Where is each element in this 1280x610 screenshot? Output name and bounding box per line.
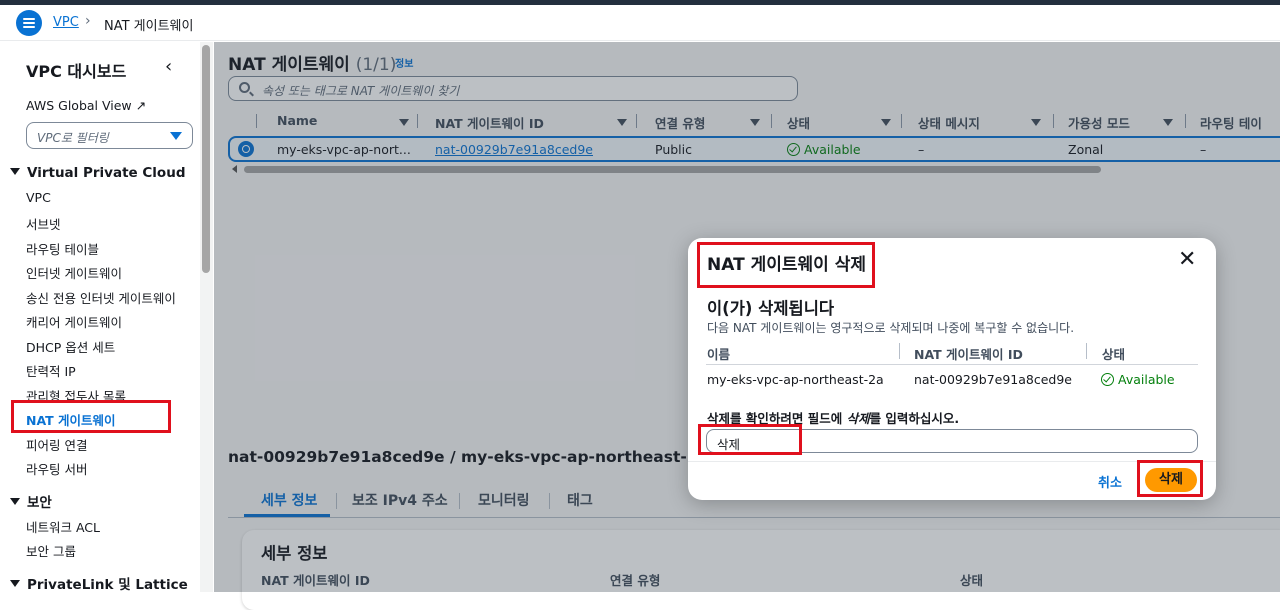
- caret-down-icon: [10, 498, 20, 505]
- sidebar-item-route-tables[interactable]: 라우팅 테이블: [26, 239, 99, 258]
- highlight-box-nat-sidebar: [11, 400, 171, 433]
- sidebar-item-egress-only-igw[interactable]: 송신 전용 인터넷 게이트웨이: [26, 288, 176, 307]
- menu-icon[interactable]: [16, 10, 42, 36]
- chevron-right-icon: ›: [85, 13, 91, 29]
- sidebar-item-vpc[interactable]: VPC: [26, 190, 51, 205]
- caret-down-icon: [170, 132, 182, 140]
- sidebar-item-carrier-gateways[interactable]: 캐리어 게이트웨이: [26, 312, 122, 331]
- collapse-sidebar-icon[interactable]: ‹: [165, 56, 172, 77]
- sidebar-item-subnets[interactable]: 서브넷: [26, 214, 61, 233]
- vpc-filter-placeholder: VPC로 필터링: [37, 131, 109, 145]
- modal-cell-name: my-eks-vpc-ap-northeast-2a: [707, 372, 884, 387]
- modal-description: 다음 NAT 게이트웨이는 영구적으로 삭제되며 나중에 복구할 수 없습니다.: [707, 321, 1075, 335]
- sidebar-item-peering[interactable]: 피어링 연결: [26, 435, 87, 454]
- modal-cell-state: Available: [1101, 372, 1175, 387]
- breadcrumb-bar: VPC › NAT 게이트웨이: [0, 5, 1280, 41]
- highlight-box-modal-title: [697, 242, 875, 288]
- sidebar-item-security-groups[interactable]: 보안 그룹: [26, 541, 76, 560]
- caret-down-icon: [10, 580, 20, 587]
- sidebar-section-privatelink[interactable]: PrivateLink 및 Lattice: [10, 573, 188, 593]
- sidebar-item-elastic-ip[interactable]: 탄력적 IP: [26, 361, 76, 380]
- sidebar-title[interactable]: VPC 대시보드: [26, 58, 126, 82]
- external-link-icon: ↗: [135, 98, 147, 113]
- modal-column-name: 이름: [707, 347, 731, 362]
- modal-heading: 이(가) 삭제됩니다: [707, 299, 835, 318]
- sidebar-item-route-servers[interactable]: 라우팅 서버: [26, 459, 87, 478]
- modal-table-divider: [706, 364, 1198, 365]
- sidebar-item-internet-gateways[interactable]: 인터넷 게이트웨이: [26, 263, 122, 282]
- close-icon[interactable]: ✕: [1178, 248, 1198, 272]
- global-view-link[interactable]: AWS Global View ↗: [26, 98, 146, 113]
- sidebar-scrollbar-thumb[interactable]: [202, 45, 210, 273]
- sidebar-item-dhcp-options[interactable]: DHCP 옵션 세트: [26, 337, 115, 356]
- modal-column-state: 상태: [1102, 347, 1126, 362]
- sidebar-section-vpc[interactable]: Virtual Private Cloud: [10, 165, 185, 181]
- sidebar-section-security[interactable]: 보안: [10, 491, 52, 511]
- check-circle-icon: [1101, 373, 1114, 386]
- breadcrumb-current: NAT 게이트웨이: [104, 19, 194, 34]
- caret-down-icon: [10, 168, 20, 175]
- vpc-filter-select[interactable]: VPC로 필터링: [26, 122, 193, 149]
- modal-cell-nat-id: nat-00929b7e91a8ced9e: [914, 372, 1072, 387]
- highlight-box-delete-button: [1137, 460, 1203, 497]
- modal-column-nat-id: NAT 게이트웨이 ID: [914, 347, 1023, 362]
- highlight-box-confirm-input: [698, 424, 802, 455]
- sidebar: VPC 대시보드 ‹ AWS Global View ↗ VPC로 필터링 Vi…: [0, 42, 213, 593]
- sidebar-item-network-acl[interactable]: 네트워크 ACL: [26, 517, 100, 536]
- breadcrumb-vpc-link[interactable]: VPC: [53, 15, 79, 30]
- cancel-button[interactable]: 취소: [1098, 472, 1122, 491]
